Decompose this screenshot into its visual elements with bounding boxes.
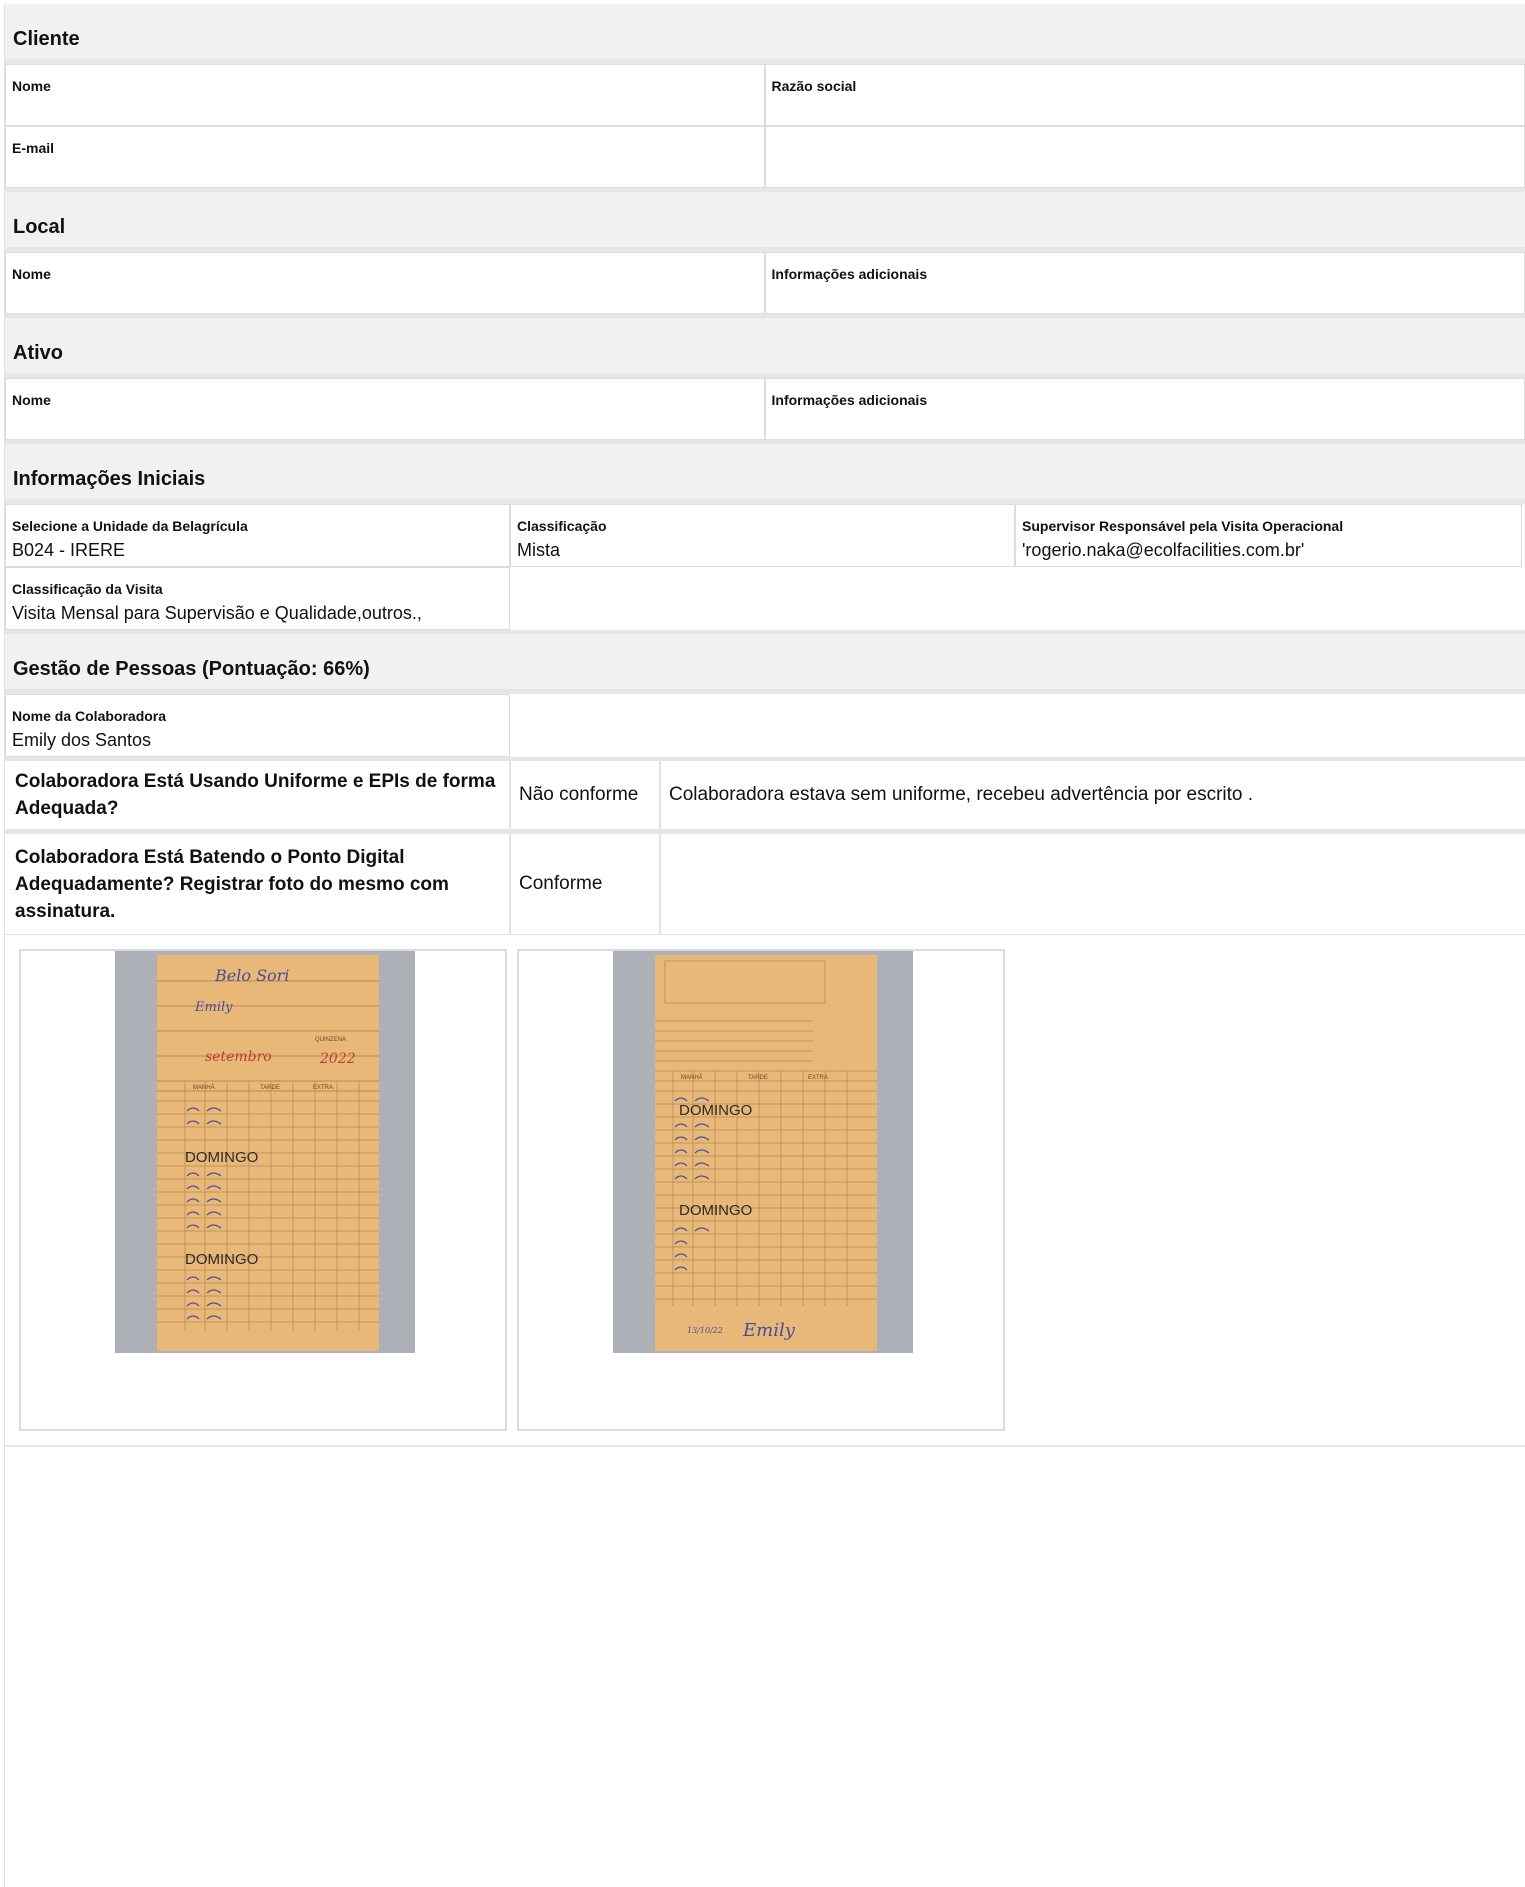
- question-row-ponto: Colaboradora Está Batendo o Ponto Digita…: [5, 834, 1525, 935]
- card-handwriting: 2022: [319, 1051, 356, 1067]
- question-comment: Colaboradora estava sem uniforme, recebe…: [669, 784, 1254, 805]
- empty-cell: [510, 567, 1525, 630]
- card-handwriting: Emily: [194, 1000, 233, 1015]
- iniciais-row-1: Selecione a Unidade da Belagrícula B024 …: [5, 504, 1525, 567]
- section-title-text: Informações Iniciais: [13, 468, 206, 490]
- timecard-photo-1: QUINZENA MANHÃ TARDE EXTRA Belo Sori Emi…: [115, 951, 415, 1353]
- field-value: Mista: [517, 540, 561, 560]
- field-label: Classificação: [517, 518, 607, 534]
- card-printed-label: TARDE: [748, 1075, 768, 1081]
- classificacao-field: Classificação Mista: [510, 504, 1015, 567]
- photo-frame-1[interactable]: QUINZENA MANHÃ TARDE EXTRA Belo Sori Emi…: [19, 949, 507, 1431]
- card-handwriting: Emily: [742, 1320, 796, 1341]
- field-label: Nome da Colaboradora: [12, 708, 167, 724]
- field-label: Nome: [12, 266, 51, 282]
- card-handwriting: Belo Sori: [214, 966, 289, 985]
- cliente-nome-field: Nome: [5, 64, 765, 126]
- section-title-gestao: Gestão de Pessoas (Pontuação: 66%): [5, 634, 1525, 694]
- section-title-text: Local: [13, 216, 66, 238]
- photos-area: QUINZENA MANHÃ TARDE EXTRA Belo Sori Emi…: [5, 935, 1525, 1447]
- timecard-photo-2: MANHÃ TARDE EXTRA DOMINGO DOMINGO Emily …: [613, 951, 913, 1353]
- card-printed-label: QUINZENA: [315, 1037, 346, 1043]
- colaboradora-row: Nome da Colaboradora Emily dos Santos: [5, 694, 1525, 761]
- question-text: Colaboradora Está Usando Uniforme e EPIs…: [5, 761, 511, 829]
- section-title-text: Cliente: [13, 28, 80, 50]
- question-comment: [661, 834, 1525, 934]
- card-printed-label: MANHÃ: [681, 1074, 703, 1081]
- ativo-nome-field: Nome: [5, 378, 765, 440]
- question-row-uniforme: Colaboradora Está Usando Uniforme e EPIs…: [5, 761, 1525, 834]
- empty-cell: [764, 126, 1525, 188]
- photo-frame-2[interactable]: MANHÃ TARDE EXTRA DOMINGO DOMINGO Emily …: [517, 949, 1005, 1431]
- empty-cell: [510, 694, 1525, 757]
- field-value: 'rogerio.naka@ecolfacilities.com.br': [1022, 540, 1305, 560]
- field-label: Informações adicionais: [771, 266, 928, 282]
- field-label: Razão social: [771, 78, 857, 94]
- card-stamp: DOMINGO: [679, 1202, 752, 1219]
- card-printed-label: EXTRA: [808, 1075, 828, 1081]
- field-value: B024 - IRERE: [12, 540, 126, 560]
- unidade-field: Selecione a Unidade da Belagrícula B024 …: [5, 504, 510, 567]
- card-printed-label: TARDE: [260, 1085, 280, 1091]
- section-title-text: Ativo: [13, 342, 63, 364]
- field-label: Nome: [12, 78, 51, 94]
- report-page: Cliente Nome Razão social E-mail Local N…: [4, 4, 1525, 1887]
- cliente-row-1: Nome Razão social: [5, 64, 1525, 126]
- classificacao-visita-field: Classificação da Visita Visita Mensal pa…: [5, 567, 510, 630]
- field-value: Emily dos Santos: [12, 730, 152, 750]
- ativo-info-field: Informações adicionais: [764, 378, 1525, 440]
- section-title-ativo: Ativo: [5, 318, 1525, 378]
- field-value: Visita Mensal para Supervisão e Qualidad…: [12, 603, 422, 623]
- field-label: E-mail: [12, 140, 55, 156]
- field-label: Informações adicionais: [771, 392, 928, 408]
- cliente-email-field: E-mail: [5, 126, 765, 188]
- card-printed-label: EXTRA: [313, 1085, 333, 1091]
- local-row: Nome Informações adicionais: [5, 252, 1525, 318]
- local-nome-field: Nome: [5, 252, 765, 314]
- iniciais-row-2: Classificação da Visita Visita Mensal pa…: [5, 567, 1525, 634]
- local-info-field: Informações adicionais: [764, 252, 1525, 314]
- section-title-text: Gestão de Pessoas (Pontuação: 66%): [13, 658, 370, 680]
- cliente-razao-field: Razão social: [764, 64, 1525, 126]
- card-handwriting: setembro: [205, 1049, 272, 1065]
- question-answer: Não conforme: [511, 761, 661, 829]
- section-title-cliente: Cliente: [5, 4, 1525, 64]
- field-label: Nome: [12, 392, 51, 408]
- field-label: Classificação da Visita: [12, 581, 163, 597]
- card-stamp: DOMINGO: [185, 1251, 258, 1268]
- card-handwriting: 13/10/22: [687, 1326, 723, 1335]
- section-title-local: Local: [5, 192, 1525, 252]
- cliente-row-2: E-mail: [5, 126, 1525, 192]
- card-printed-label: MANHÃ: [193, 1084, 215, 1091]
- ativo-row: Nome Informações adicionais: [5, 378, 1525, 444]
- field-label: Selecione a Unidade da Belagrícula: [12, 518, 248, 534]
- card-stamp: DOMINGO: [185, 1149, 258, 1166]
- card-stamp: DOMINGO: [679, 1102, 752, 1119]
- question-answer: Conforme: [511, 834, 661, 934]
- section-title-iniciais: Informações Iniciais: [5, 444, 1525, 504]
- question-text: Colaboradora Está Batendo o Ponto Digita…: [5, 834, 511, 934]
- supervisor-field: Supervisor Responsável pela Visita Opera…: [1015, 504, 1522, 567]
- colaboradora-field: Nome da Colaboradora Emily dos Santos: [5, 694, 510, 757]
- field-label: Supervisor Responsável pela Visita Opera…: [1022, 518, 1344, 534]
